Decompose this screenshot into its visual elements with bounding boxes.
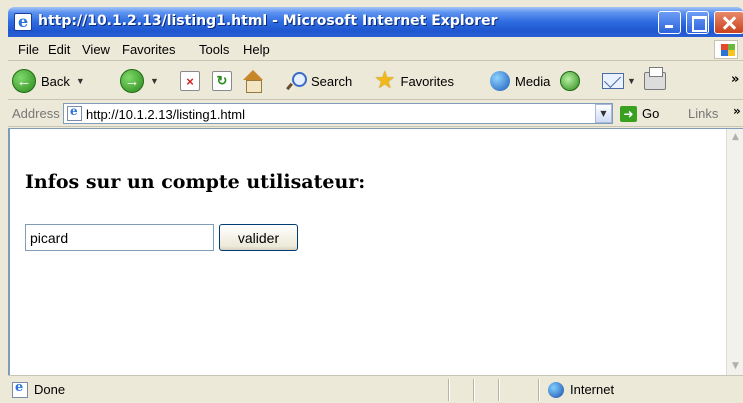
home-icon (242, 70, 264, 93)
title-bar[interactable]: http://10.1.2.13/listing1.html - Microso… (8, 7, 743, 37)
search-icon (286, 71, 307, 91)
menu-favorites[interactable]: Favorites (122, 42, 175, 57)
print-button[interactable] (644, 67, 666, 95)
window-title: http://10.1.2.13/listing1.html - Microso… (38, 13, 498, 29)
mail-button[interactable]: ▼ (602, 67, 636, 95)
go-button[interactable]: Go (642, 106, 659, 121)
back-button[interactable]: ← Back ▼ (12, 67, 85, 95)
scroll-up-icon[interactable]: ▲ (727, 129, 743, 146)
stop-icon: × (180, 71, 200, 91)
menu-help[interactable]: Help (243, 42, 270, 57)
status-divider (448, 379, 449, 401)
refresh-icon: ↻ (212, 71, 232, 91)
refresh-button[interactable]: ↻ (212, 67, 232, 95)
menu-file[interactable]: File (18, 42, 39, 57)
menu-view[interactable]: View (82, 42, 110, 57)
standard-toolbar: ← Back ▼ → ▼ × ↻ Search ★ Favorites Medi… (8, 62, 743, 100)
minimize-button[interactable] (658, 11, 681, 34)
menu-edit[interactable]: Edit (48, 42, 70, 57)
menu-tools[interactable]: Tools (199, 42, 229, 57)
links-overflow-icon[interactable]: » (733, 104, 741, 118)
close-button[interactable] (714, 11, 743, 34)
back-dropdown-icon[interactable]: ▼ (76, 76, 85, 86)
forward-button[interactable]: → ▼ (120, 67, 159, 95)
home-button[interactable] (242, 67, 264, 95)
page-icon (67, 104, 82, 121)
links-label[interactable]: Links (688, 106, 718, 121)
windows-logo-icon (714, 40, 738, 59)
search-label: Search (311, 73, 353, 89)
submit-button[interactable]: valider (219, 224, 298, 251)
mail-icon (602, 73, 624, 89)
maximize-button[interactable] (686, 11, 709, 34)
status-bar: Done Internet (8, 375, 743, 403)
menu-bar: File Edit View Favorites Tools Help (8, 38, 743, 61)
address-url: http://10.1.2.13/listing1.html (86, 107, 245, 122)
media-button[interactable]: Media (490, 67, 550, 95)
media-label: Media (515, 73, 551, 89)
back-arrow-icon: ← (12, 69, 36, 93)
forward-dropdown-icon[interactable]: ▼ (150, 76, 159, 86)
media-icon (490, 71, 510, 91)
print-icon (644, 67, 666, 90)
status-divider (473, 379, 474, 401)
favorites-button[interactable]: ★ Favorites (374, 67, 454, 95)
history-button[interactable] (560, 67, 580, 95)
vertical-scrollbar[interactable]: ▲ ▼ (726, 129, 743, 375)
page-content: Infos sur un compte utilisateur: valider… (8, 128, 743, 375)
mail-dropdown-icon[interactable]: ▼ (627, 76, 636, 86)
favorites-label: Favorites (400, 73, 454, 89)
back-label: Back (41, 73, 70, 89)
favorites-star-icon: ★ (374, 67, 396, 94)
status-divider (538, 379, 539, 401)
browser-window: http://10.1.2.13/listing1.html - Microso… (0, 0, 743, 403)
status-divider (498, 379, 499, 401)
username-input[interactable] (25, 224, 214, 251)
internet-zone-icon (548, 382, 564, 398)
address-input[interactable]: http://10.1.2.13/listing1.html (63, 103, 613, 124)
status-page-icon (12, 380, 28, 398)
go-arrow-icon[interactable]: ➜ (620, 106, 637, 122)
address-dropdown-icon[interactable]: ▼ (595, 104, 612, 123)
toolbar-overflow-icon[interactable]: » (731, 72, 739, 87)
status-text: Done (34, 382, 66, 397)
security-zone: Internet (570, 382, 615, 397)
address-label: Address (12, 106, 60, 121)
scroll-down-icon[interactable]: ▼ (727, 358, 743, 375)
ie-icon (14, 12, 32, 31)
forward-arrow-icon: → (120, 69, 144, 93)
page-heading: Infos sur un compte utilisateur: (25, 171, 366, 193)
history-icon (560, 71, 580, 91)
address-bar: Address http://10.1.2.13/listing1.html ▼… (8, 101, 743, 127)
stop-button[interactable]: × (180, 67, 200, 95)
search-button[interactable]: Search (286, 67, 352, 95)
